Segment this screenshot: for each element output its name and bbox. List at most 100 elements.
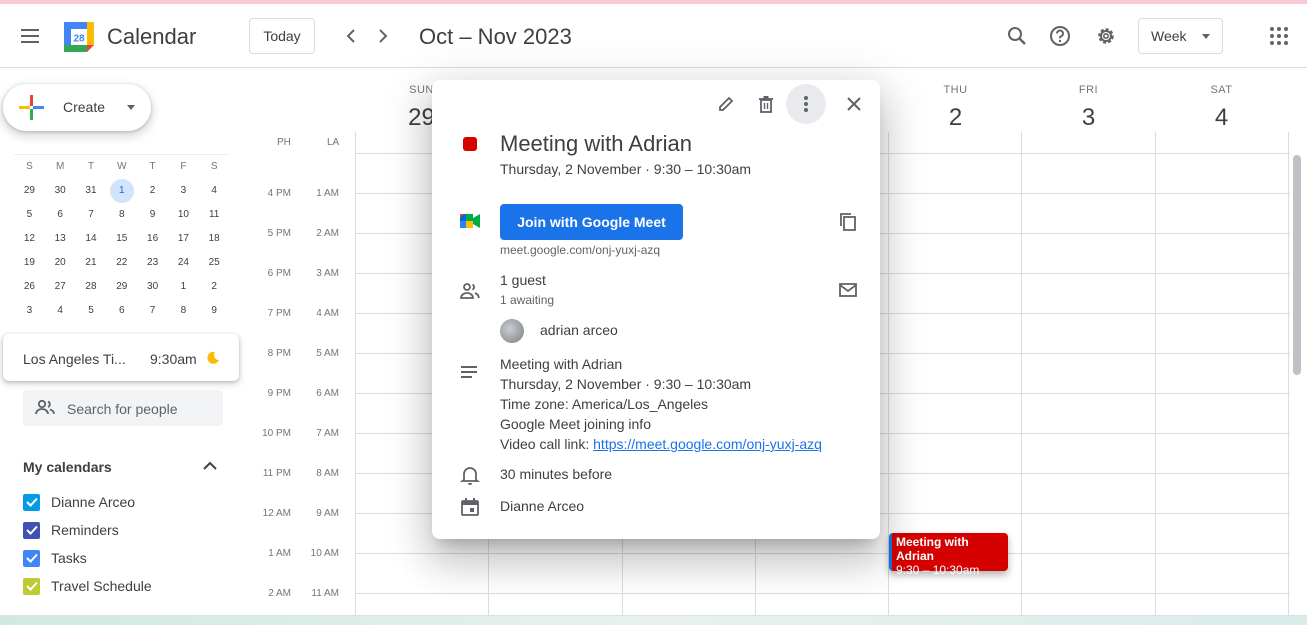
meet-url[interactable]: meet.google.com/onj-yuxj-azq [500, 243, 660, 257]
mini-day[interactable]: 5 [76, 299, 107, 323]
mini-day-number: 9 [211, 305, 217, 316]
mini-day[interactable]: 1 [168, 275, 199, 299]
day-number[interactable]: 4 [1155, 104, 1288, 132]
video-call-link[interactable]: https://meet.google.com/onj-yuxj-azq [593, 436, 822, 452]
mini-day[interactable]: 8 [106, 203, 137, 227]
mini-day[interactable]: 17 [168, 227, 199, 251]
mini-day[interactable]: 16 [137, 227, 168, 251]
calendar-item-label: Travel Schedule [51, 578, 152, 594]
mini-day[interactable]: 30 [45, 179, 76, 203]
create-caret-icon[interactable] [127, 105, 135, 110]
day-of-week: SAT [1210, 84, 1233, 96]
grid-scrollbar[interactable] [1293, 155, 1301, 375]
day-column-header[interactable]: FRI 3 [1022, 84, 1155, 132]
mini-day[interactable]: 22 [106, 251, 137, 275]
mini-day-number: 7 [149, 305, 156, 316]
calendar-item[interactable]: Dianne Arceo [23, 492, 135, 512]
mini-calendar: SMTWTFS 29 30 31 1 2 3 4 5 6 7 8 9 10 11 12 13 14 15 16 17 1… [14, 154, 230, 323]
mini-day-selected[interactable]: 1 [106, 179, 137, 203]
mini-day[interactable]: 12 [14, 227, 45, 251]
settings-gear-icon[interactable] [1089, 20, 1123, 52]
mini-day[interactable]: 4 [199, 179, 230, 203]
mini-day-number: 2 [149, 185, 156, 196]
mini-weekday-label: S [26, 161, 33, 172]
search-people-input[interactable]: Search for people [23, 390, 223, 426]
mini-day[interactable]: 2 [137, 179, 168, 203]
mini-day[interactable]: 26 [14, 275, 45, 299]
mini-day[interactable]: 23 [137, 251, 168, 275]
day-number[interactable]: 2 [889, 104, 1022, 132]
day-number[interactable]: 3 [1022, 104, 1155, 132]
guest-avatar[interactable] [500, 319, 524, 343]
search-icon[interactable] [1000, 20, 1034, 52]
mini-day[interactable]: 9 [137, 203, 168, 227]
mini-day[interactable]: 5 [14, 203, 45, 227]
next-week-icon[interactable] [368, 20, 398, 52]
mini-day[interactable]: 10 [168, 203, 199, 227]
chevron-up-icon[interactable] [202, 458, 222, 476]
calendar-item[interactable]: Tasks [23, 548, 87, 568]
mini-day[interactable]: 6 [106, 299, 137, 323]
mini-day[interactable]: 11 [199, 203, 230, 227]
previous-week-icon[interactable] [336, 20, 366, 52]
mini-day[interactable]: 30 [137, 275, 168, 299]
calendar-item[interactable]: Travel Schedule [23, 576, 152, 596]
join-google-meet-button[interactable]: Join with Google Meet [500, 204, 683, 240]
mini-day[interactable]: 3 [168, 179, 199, 203]
event-details-popup: Meeting with Adrian Thursday, 2 November… [432, 80, 880, 539]
mini-day-number: 30 [147, 281, 159, 292]
mini-day[interactable]: 4 [45, 299, 76, 323]
primary-time-label: 10 PM [262, 428, 291, 439]
view-selector[interactable]: Week [1138, 18, 1223, 54]
mini-weekday-label: S [210, 161, 218, 172]
checkbox-checked-icon[interactable] [23, 549, 40, 567]
calendar-item[interactable]: Reminders [23, 520, 119, 540]
mini-week-row: 26 27 28 29 30 1 2 [14, 275, 230, 299]
today-button[interactable]: Today [249, 18, 315, 54]
mini-day[interactable]: 27 [45, 275, 76, 299]
close-icon[interactable] [834, 84, 874, 124]
mini-day[interactable]: 2 [199, 275, 230, 299]
checkbox-checked-icon[interactable] [23, 577, 40, 595]
mini-day[interactable]: 14 [76, 227, 107, 251]
calendar-item-label: Tasks [51, 550, 87, 566]
mini-day[interactable]: 21 [76, 251, 107, 275]
google-meet-icon [460, 214, 480, 228]
edit-pencil-icon[interactable] [706, 84, 746, 124]
mini-day[interactable]: 29 [14, 179, 45, 203]
mini-day[interactable]: 25 [199, 251, 230, 275]
mini-weekday-label: T [149, 161, 156, 172]
mini-day[interactable]: 18 [199, 227, 230, 251]
mini-day[interactable]: 3 [14, 299, 45, 323]
google-apps-grid-icon[interactable] [1262, 20, 1296, 52]
mini-day[interactable]: 6 [45, 203, 76, 227]
mini-day[interactable]: 13 [45, 227, 76, 251]
description-icon [461, 366, 477, 378]
main-menu-icon[interactable] [14, 20, 48, 52]
mini-day[interactable]: 24 [168, 251, 199, 275]
mini-day[interactable]: 9 [199, 299, 230, 323]
more-options-icon[interactable] [786, 84, 826, 124]
mini-day[interactable]: 7 [76, 203, 107, 227]
my-calendars-heading[interactable]: My calendars [23, 459, 112, 475]
checkbox-checked-icon[interactable] [23, 493, 40, 511]
mini-day[interactable]: 28 [76, 275, 107, 299]
mini-day[interactable]: 7 [137, 299, 168, 323]
mini-day[interactable]: 8 [168, 299, 199, 323]
guest-name[interactable]: adrian arceo [540, 322, 618, 338]
mini-day[interactable]: 31 [76, 179, 107, 203]
mini-day[interactable]: 15 [106, 227, 137, 251]
checkbox-checked-icon[interactable] [23, 521, 40, 539]
mini-day[interactable]: 20 [45, 251, 76, 275]
mini-day[interactable]: 29 [106, 275, 137, 299]
event-meeting-with-adrian[interactable]: Meeting with Adrian 9:30 – 10:30am [889, 533, 1008, 577]
delete-trash-icon[interactable] [746, 84, 786, 124]
copy-icon[interactable] [828, 202, 868, 242]
email-guests-icon[interactable] [828, 270, 868, 310]
day-column-header[interactable]: SAT 4 [1155, 84, 1288, 132]
create-button[interactable]: Create [3, 84, 151, 131]
day-column-header[interactable]: THU 2 [889, 84, 1022, 132]
mini-day[interactable]: 19 [14, 251, 45, 275]
calendar-logo-icon[interactable]: 28 [62, 20, 96, 54]
help-icon[interactable] [1043, 20, 1077, 52]
